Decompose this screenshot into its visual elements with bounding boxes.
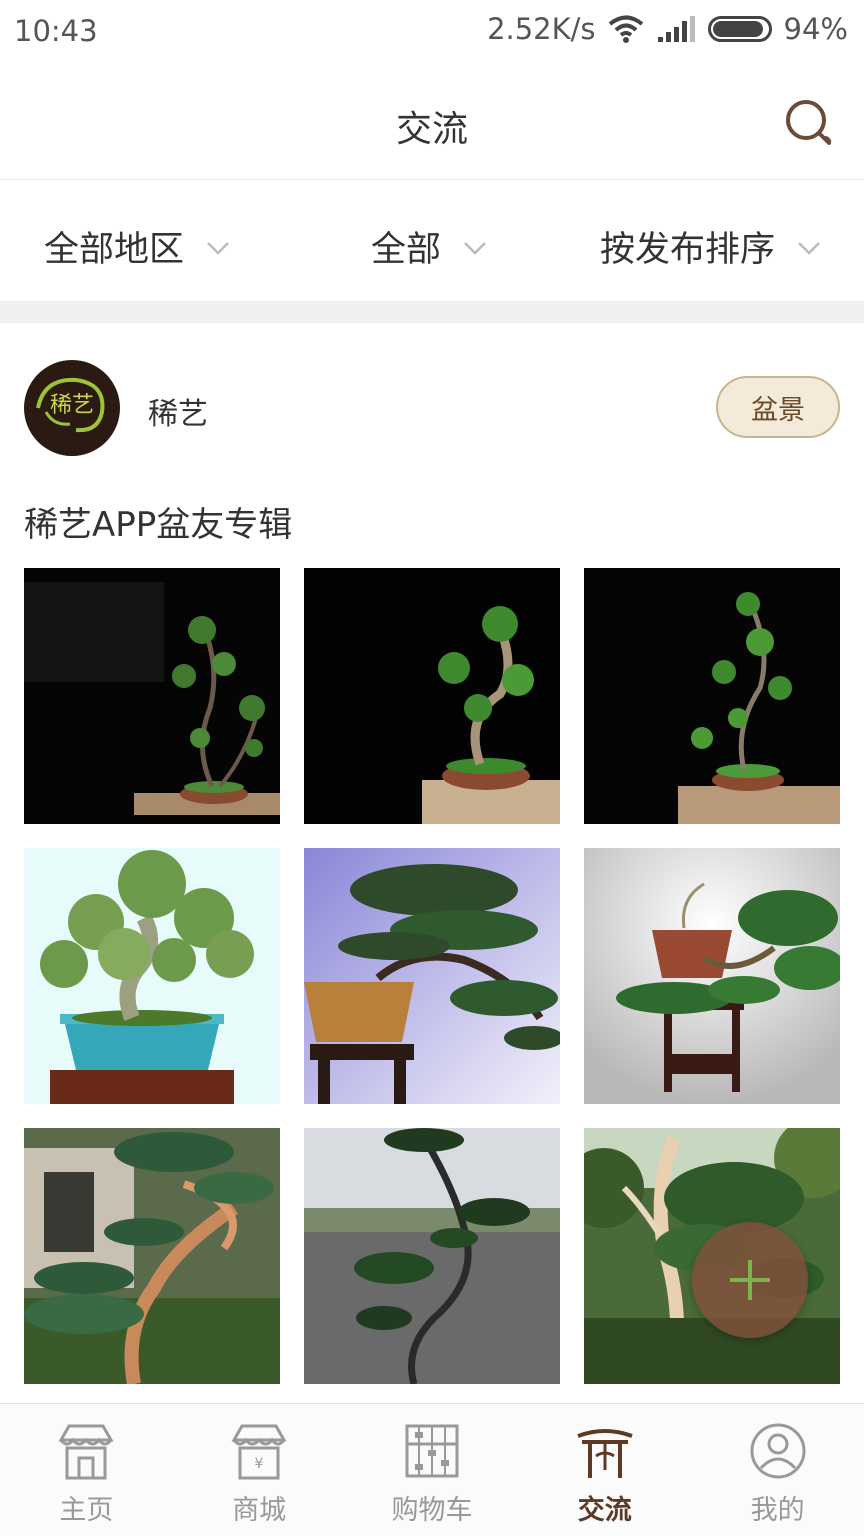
bottom-tab-bar: 主页 ¥ 商城 购物车 交流 我的	[0, 1403, 864, 1536]
wifi-icon	[608, 15, 643, 43]
home-shop-icon	[58, 1424, 114, 1480]
post-photo[interactable]	[24, 568, 280, 824]
filter-category[interactable]: 全部	[371, 221, 487, 272]
tab-community-label: 交流	[577, 1495, 632, 1526]
tab-mall-label: 商城	[232, 1495, 287, 1526]
user-profile-icon	[750, 1423, 806, 1479]
signal-icon	[657, 16, 695, 42]
post-photo[interactable]	[304, 568, 560, 824]
filter-region-label: 全部地区	[44, 230, 185, 270]
post-photo[interactable]	[584, 568, 840, 824]
search-icon[interactable]	[782, 96, 834, 148]
category-tag[interactable]: 盆景	[716, 376, 840, 438]
svg-text:稀艺: 稀艺	[50, 393, 94, 418]
chevron-down-icon	[207, 241, 229, 255]
post-title[interactable]: 稀艺APP盆友专辑	[24, 497, 292, 546]
abacus-cart-icon	[405, 1424, 459, 1478]
post-photo[interactable]	[584, 848, 840, 1104]
battery-icon	[707, 16, 772, 42]
nav-bar: 交流	[0, 64, 864, 180]
tab-home-label: 主页	[59, 1495, 114, 1526]
filter-category-label: 全部	[371, 230, 442, 270]
svg-text:¥: ¥	[255, 1456, 264, 1472]
status-bar: 10:43 2.52K/s 94%	[0, 0, 864, 64]
mall-icon: ¥	[231, 1424, 287, 1480]
post-photo[interactable]	[24, 848, 280, 1104]
logo-icon: 稀艺	[36, 377, 105, 433]
filter-bar: 全部地区 全部 按发布排序	[0, 181, 864, 301]
network-speed: 2.52K/s	[487, 12, 596, 46]
post-photo[interactable]	[304, 848, 560, 1104]
section-divider	[0, 301, 864, 323]
tab-home[interactable]: 主页	[0, 1404, 173, 1536]
add-post-button[interactable]	[692, 1222, 808, 1338]
plus-icon	[730, 1260, 770, 1300]
post-photo[interactable]	[304, 1128, 560, 1384]
tab-profile-label: 我的	[750, 1495, 805, 1526]
tab-cart[interactable]: 购物车	[346, 1404, 519, 1536]
post-photo[interactable]	[24, 1128, 280, 1384]
username[interactable]: 稀艺	[148, 389, 208, 433]
tab-cart-label: 购物车	[391, 1495, 473, 1526]
filter-sort[interactable]: 按发布排序	[600, 221, 821, 272]
tab-mall[interactable]: ¥ 商城	[173, 1404, 346, 1536]
filter-region[interactable]: 全部地区	[44, 221, 230, 272]
page-title: 交流	[395, 109, 468, 150]
tab-community[interactable]: 交流	[518, 1404, 691, 1536]
chevron-down-icon	[798, 241, 820, 255]
pavilion-community-icon	[577, 1429, 633, 1478]
battery-percent: 94%	[783, 12, 848, 46]
status-indicators: 2.52K/s 94%	[487, 12, 848, 46]
status-time: 10:43	[14, 14, 98, 48]
tab-profile[interactable]: 我的	[691, 1404, 864, 1536]
chevron-down-icon	[464, 241, 486, 255]
filter-sort-label: 按发布排序	[600, 230, 776, 270]
avatar[interactable]: 稀艺	[24, 360, 120, 456]
